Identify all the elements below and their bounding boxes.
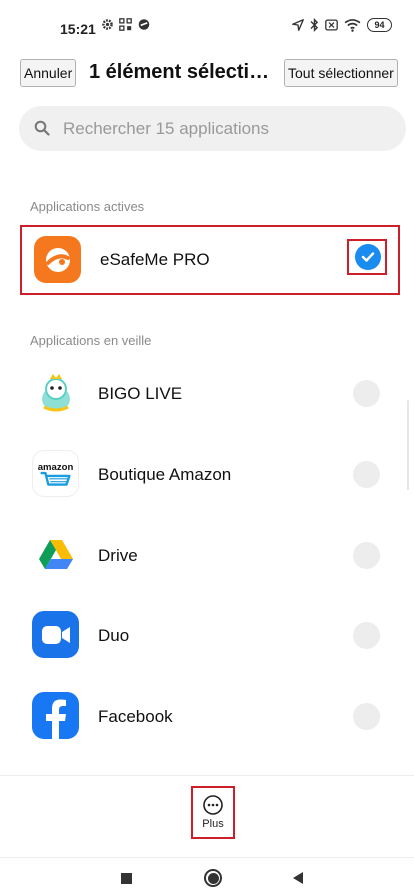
bottom-action-bar: Plus — [0, 775, 414, 855]
app-row-drive[interactable]: Drive — [20, 520, 400, 590]
more-button[interactable]: Plus — [191, 786, 235, 839]
grid-icon — [119, 18, 132, 31]
home-circle-icon[interactable] — [204, 869, 222, 887]
app-row-facebook[interactable]: Facebook — [20, 681, 400, 751]
app-name: Boutique Amazon — [98, 465, 232, 484]
bluetooth-icon — [310, 18, 319, 32]
wifi-icon — [344, 18, 361, 32]
scrollbar[interactable] — [407, 400, 409, 490]
navigation-bar — [0, 857, 414, 889]
status-time: 15:21 — [60, 21, 96, 37]
select-all-button[interactable]: Tout sélectionner — [284, 59, 398, 87]
status-left-icons — [101, 18, 151, 31]
bigo-live-icon — [32, 369, 79, 416]
back-triangle-icon[interactable] — [292, 871, 304, 885]
radio-unchecked[interactable] — [353, 622, 380, 649]
radio-unchecked[interactable] — [353, 461, 380, 488]
amazon-icon: amazon — [32, 450, 79, 497]
status-right-icons: 94 — [292, 18, 392, 32]
app-row-duo[interactable]: Duo — [20, 600, 400, 670]
search-bar[interactable] — [19, 106, 406, 151]
cancel-button[interactable]: Annuler — [20, 59, 77, 87]
recents-square-icon[interactable] — [121, 873, 132, 884]
radio-unchecked[interactable] — [353, 703, 380, 730]
location-icon — [292, 19, 304, 31]
checkbox-highlight — [347, 239, 387, 275]
page-title: 1 élément sélectionné — [89, 61, 277, 83]
status-bar: 15:21 94 — [0, 0, 414, 52]
svg-text:amazon: amazon — [38, 462, 74, 473]
search-input[interactable] — [63, 106, 383, 151]
app-row-boutique-amazon[interactable]: amazon Boutique Amazon — [20, 439, 400, 509]
app-name: BIGO LIVE — [98, 384, 183, 403]
search-icon — [34, 120, 50, 136]
checkbox-checked[interactable] — [355, 244, 381, 270]
gear-icon — [102, 19, 113, 30]
app-name: Facebook — [98, 707, 173, 726]
app-name: Duo — [98, 626, 130, 645]
check-icon — [361, 252, 375, 262]
header: Annuler 1 élément sélectionné Tout sélec… — [0, 58, 414, 92]
radio-unchecked[interactable] — [353, 542, 380, 569]
app-name: eSafeMe PRO — [100, 250, 210, 269]
facebook-icon — [32, 692, 79, 739]
more-label: Plus — [202, 818, 224, 830]
app-row-esafeme-pro[interactable]: eSafeMe PRO — [20, 225, 400, 295]
sim-icon — [325, 19, 338, 31]
app-row-bigo-live[interactable]: BIGO LIVE — [20, 358, 400, 428]
duo-icon — [32, 611, 79, 658]
battery-indicator: 94 — [367, 18, 392, 32]
app-name: Drive — [98, 546, 138, 565]
section-label-standby: Applications en veille — [30, 333, 152, 348]
esafeme-status-icon — [138, 19, 150, 30]
section-label-active: Applications actives — [30, 199, 145, 214]
esafeme-icon — [34, 236, 81, 283]
home-dot — [207, 872, 219, 884]
radio-unchecked[interactable] — [353, 380, 380, 407]
drive-icon — [32, 531, 79, 578]
more-icon — [203, 795, 223, 815]
